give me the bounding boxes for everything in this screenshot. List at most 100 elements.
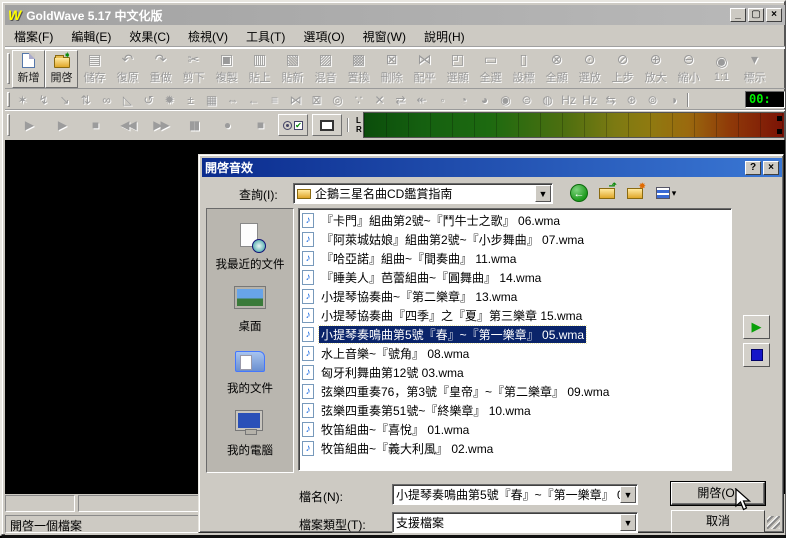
filetype-combobox[interactable]: 支援檔案 ▼ — [392, 512, 638, 533]
toolbar-button: ▥ 貼上 — [243, 50, 276, 88]
menu-item[interactable]: 編輯(E) — [62, 26, 120, 47]
mouse-cursor — [735, 488, 752, 512]
place-network[interactable]: 網路上的芳鄰 — [207, 471, 293, 473]
status-panel — [5, 495, 75, 512]
effect-icon: ↺ — [138, 93, 159, 107]
filetype-label: 檔案類型(T): — [299, 516, 366, 533]
menu-item[interactable]: 工具(T) — [237, 26, 294, 47]
resize-grip[interactable] — [767, 516, 780, 529]
open-button[interactable]: ➧ 開啓 — [45, 50, 78, 88]
effect-icon: ≡ — [264, 93, 285, 107]
play-icon: ▶ — [752, 319, 762, 335]
menu-item[interactable]: 選項(O) — [294, 26, 353, 47]
effect-icon: ⊚ — [642, 93, 663, 107]
meter-left-label: L — [356, 116, 362, 125]
audio-file-icon: ♪ — [302, 308, 314, 323]
new-folder-button[interactable]: ✸ — [623, 182, 647, 204]
separator — [687, 93, 689, 107]
toolbar-button-label: 複製 — [216, 69, 238, 85]
file-list-item[interactable]: ♪ 水上音樂~『號角』 08.wma — [300, 344, 730, 363]
place-my-computer[interactable]: 我的電腦 — [207, 409, 293, 458]
file-list-item[interactable]: ♪ 牧笛組曲~『義大利風』 02.wma — [300, 439, 730, 458]
file-list-item[interactable]: ♪ 小提琴協奏曲『四季』之『夏』第三樂章 15.wma — [300, 306, 730, 325]
preview-play-button[interactable]: ▶ — [743, 315, 770, 339]
main-toolbar: 新增 ➧ 開啓 ▤ 儲存 ↶ 復原 ↷ 重做 ✂ 剪下 ▣ 複製 — [5, 48, 785, 89]
audio-file-icon: ♪ — [302, 403, 314, 418]
file-list-item[interactable]: ♪ 牧笛組曲~『喜悅』 01.wma — [300, 420, 730, 439]
back-button[interactable]: ← — [567, 182, 591, 204]
views-button[interactable]: ▾ — [651, 182, 681, 204]
effect-icon: ✕ — [369, 93, 390, 107]
cancel-dialog-button[interactable]: 取消 — [671, 510, 765, 533]
window-title: GoldWave 5.17 中文化版 — [26, 7, 162, 24]
device-window-button[interactable] — [312, 114, 342, 136]
file-name: 小提琴奏鳴曲第5號『春』~『第一樂章』 05.wma — [319, 326, 586, 343]
effect-icon: ± — [180, 93, 201, 107]
record-monitor-toggle-button[interactable]: ✔ — [278, 114, 308, 136]
toolbar-button-label: 全選 — [480, 69, 502, 85]
toolbar-button-label: 縮小 — [678, 69, 700, 85]
audio-file-icon: ♪ — [302, 289, 314, 304]
toolbar-button-label: 選放 — [579, 69, 601, 85]
dialog-close-button[interactable]: × — [763, 161, 779, 175]
filename-combobox[interactable]: 小提琴奏鳴曲第5號『春』~『第一樂章』 0 ▼ — [392, 484, 638, 505]
toolbar-button-label: 貼上 — [249, 69, 271, 85]
look-in-combobox[interactable]: 企鵝三星名曲CD鑑賞指南 ▼ — [293, 183, 553, 204]
file-name: 牧笛組曲~『義大利風』 02.wma — [319, 440, 495, 457]
menu-item[interactable]: 視窗(W) — [354, 26, 415, 47]
dropdown-arrow[interactable]: ▼ — [620, 514, 636, 531]
toolbar-button-icon: ▨ — [319, 52, 332, 68]
toolbar-button: ⊘ 上步 — [606, 50, 639, 88]
file-list-item[interactable]: ♪ 小提琴奏鳴曲第5號『春』~『第一樂章』 05.wma — [300, 325, 730, 344]
place-recent-documents[interactable]: 我最近的文件 — [207, 223, 293, 272]
menu-item[interactable]: 說明(H) — [415, 26, 474, 47]
toolbar-button-label: 貼新 — [282, 69, 304, 85]
filetype-value: 支援檔案 — [396, 514, 444, 531]
menu-item[interactable]: 效果(C) — [120, 26, 179, 47]
effect-icon: ← — [243, 93, 264, 107]
toolbar-button-icon: ▾ — [751, 52, 758, 68]
menu-item[interactable]: 檔案(F) — [5, 26, 62, 47]
place-desktop[interactable]: 桌面 — [207, 285, 293, 334]
status-panel — [78, 495, 200, 512]
look-in-value: 企鵝三星名曲CD鑑賞指南 — [315, 185, 452, 202]
toolbar-button-label: 配平 — [414, 69, 436, 85]
recent-documents-icon — [232, 223, 268, 253]
title-bar: W GoldWave 5.17 中文化版 _ ▢ × — [5, 5, 785, 25]
new-button[interactable]: 新增 — [12, 50, 45, 88]
file-list-item[interactable]: ♪ 弦樂四重奏第51號~『終樂章』 10.wma — [300, 401, 730, 420]
dialog-title: 開啓音效 — [205, 159, 253, 176]
menu-item[interactable]: 檢視(V) — [179, 26, 237, 47]
dropdown-arrow[interactable]: ▼ — [535, 185, 551, 202]
effect-icon: ◍ — [537, 93, 558, 107]
file-list-item[interactable]: ♪ 『睡美人』芭蕾組曲~『圓舞曲』 14.wma — [300, 268, 730, 287]
dialog-help-button[interactable]: ? — [745, 161, 761, 175]
effect-icon: ◺ — [117, 93, 138, 107]
file-list-item[interactable]: ♪ 弦樂四重奏76，第3號『皇帝』~『第二樂章』 09.wma — [300, 382, 730, 401]
effect-icon: ✹ — [159, 93, 180, 107]
toolbar-button: ▧ 貼新 — [276, 50, 309, 88]
file-list-item[interactable]: ♪ 小提琴協奏曲~『第二樂章』 13.wma — [300, 287, 730, 306]
minimize-button[interactable]: _ — [730, 8, 746, 22]
open-folder-icon: ➧ — [54, 57, 70, 68]
toolbar-button: ▭ 全選 — [474, 50, 507, 88]
file-list-item[interactable]: ♪ 『哈亞諾』組曲~『間奏曲』 11.wma — [300, 249, 730, 268]
maximize-button[interactable]: ▢ — [748, 8, 764, 22]
level-meter-wrap: L R — [356, 112, 785, 138]
effect-icon: ↞ — [411, 93, 432, 107]
toolbar-grip[interactable] — [7, 114, 10, 136]
toolbar-button: ⋈ 配平 — [408, 50, 441, 88]
file-list-item[interactable]: ♪ 『阿萊城姑娘』組曲第2號~『小步舞曲』 07.wma — [300, 230, 730, 249]
file-list-item[interactable]: ♪ 匈牙利舞曲第12號 03.wma — [300, 363, 730, 382]
transport-button: ● — [210, 114, 243, 137]
file-list-item[interactable]: ♪ 『卡門』組曲第2號~『鬥牛士之歌』 06.wma — [300, 211, 730, 230]
toolbar-grip[interactable] — [7, 53, 10, 84]
dropdown-arrow[interactable]: ▼ — [620, 486, 636, 503]
close-button[interactable]: × — [766, 8, 782, 22]
up-one-level-button[interactable]: ⬏ — [595, 182, 619, 204]
effect-icon: ✶ — [12, 93, 33, 107]
toolbar-grip[interactable] — [7, 92, 10, 107]
effect-icon: ◦ — [432, 93, 453, 107]
preview-stop-button[interactable] — [743, 343, 770, 367]
place-my-documents[interactable]: 我的文件 — [207, 347, 293, 396]
